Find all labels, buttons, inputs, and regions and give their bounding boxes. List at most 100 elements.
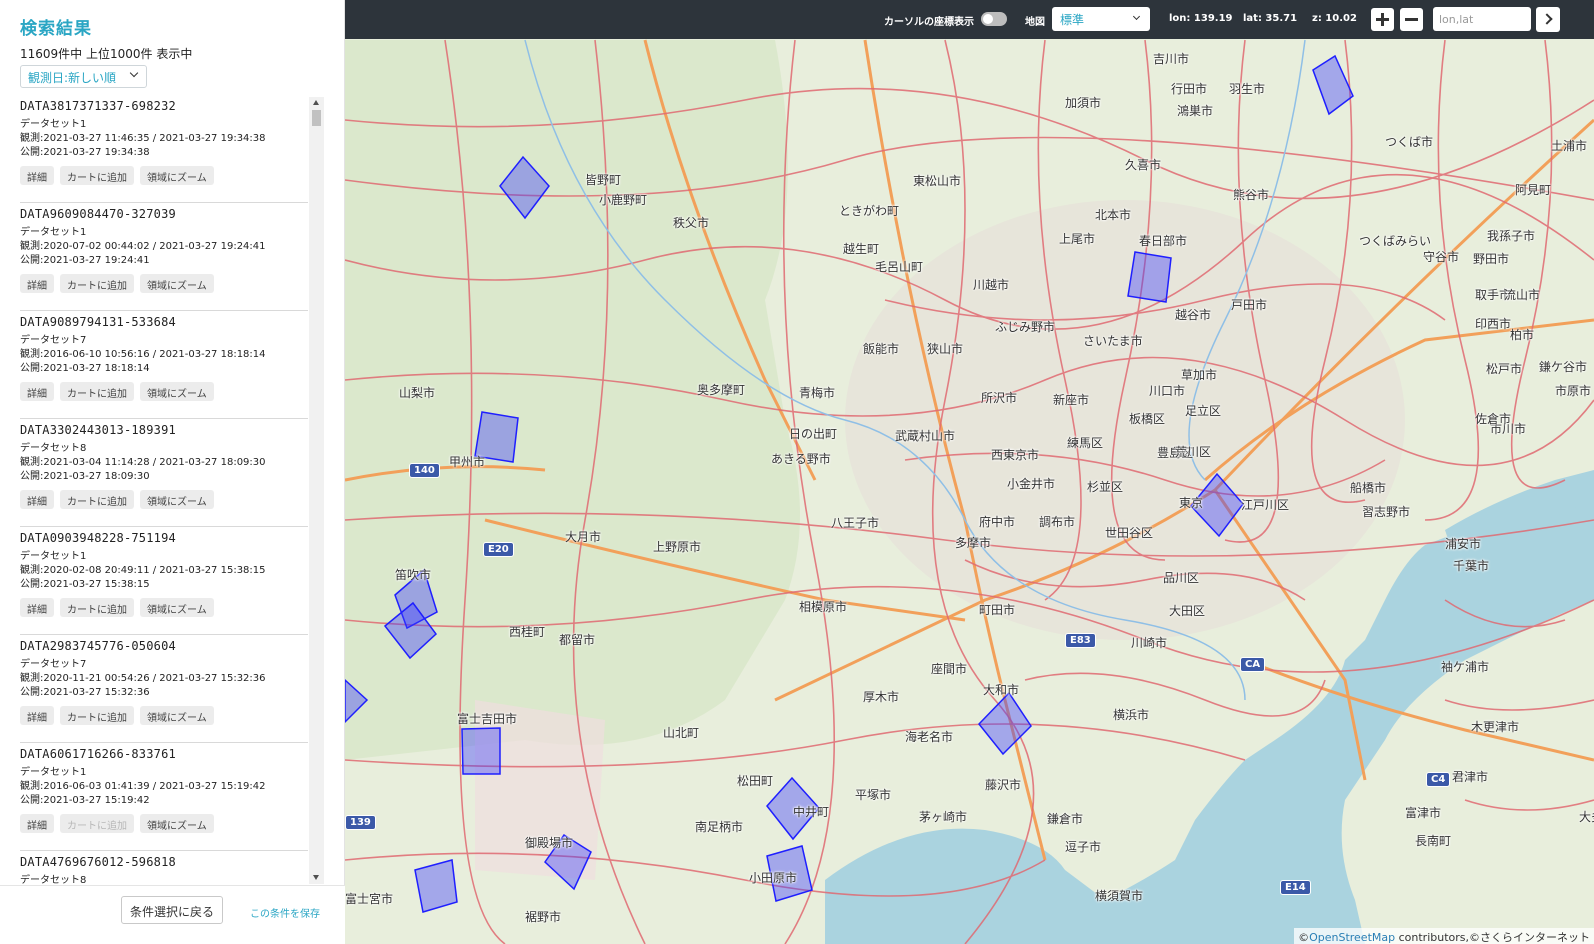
map-place-label: 多摩市 (955, 536, 992, 550)
list-item: DATA9609084470-327039 データセット1 観測:2020-07… (20, 203, 308, 311)
save-conditions-link[interactable]: この条件を保存 (250, 905, 320, 920)
map-place-label: さいたま市 (1083, 334, 1143, 348)
add-cart-button[interactable]: カートに追加 (60, 166, 134, 185)
detail-button[interactable]: 詳細 (20, 598, 54, 617)
item-published: 公開:2021-03-27 19:34:38 (20, 147, 150, 158)
chevron-right-icon (1541, 13, 1553, 25)
zoom-to-area-button[interactable]: 領域にズーム (140, 706, 214, 725)
data-footprint[interactable] (345, 678, 369, 724)
road-number-shield: 139 (345, 815, 376, 830)
sidebar: 検索結果 11609件中 上位1000件 表示中 観測日:新しい順 DATA38… (0, 0, 345, 944)
map-place-label: 野田市 (1473, 252, 1510, 266)
map-place-label: 富津市 (1405, 806, 1442, 820)
data-footprint[interactable] (978, 691, 1032, 756)
map-place-label: 松田町 (737, 774, 774, 788)
item-dataset: データセット1 (20, 227, 87, 238)
go-to-coord-button[interactable] (1536, 7, 1560, 32)
map-type-select[interactable]: 標準 (1052, 7, 1150, 31)
map-place-label: 加須市 (1065, 96, 1102, 110)
map-place-label: 上野原市 (653, 540, 702, 554)
data-footprint[interactable] (499, 155, 550, 220)
item-observed: 観測:2020-11-21 00:54:26 / 2021-03-27 15:3… (20, 673, 266, 684)
map-place-label: 流山市 (1504, 288, 1541, 302)
add-cart-button[interactable]: カートに追加 (60, 490, 134, 509)
detail-button[interactable]: 詳細 (20, 490, 54, 509)
map-place-label: ときがわ町 (839, 204, 900, 218)
map-place-label: 小田原市 (749, 871, 798, 885)
scroll-up-icon[interactable] (313, 100, 319, 105)
add-cart-button[interactable]: カートに追加 (60, 382, 134, 401)
zoom-out-button[interactable] (1400, 8, 1423, 31)
map-place-label: ふじみ野市 (995, 320, 1056, 334)
result-list[interactable]: DATA3817371337-698232 データセット1 観測:2021-03… (0, 95, 325, 885)
map-place-label: 西桂町 (509, 625, 546, 639)
sort-select[interactable]: 観測日:新しい順 (20, 65, 147, 88)
map-place-label: 戸田市 (1231, 298, 1268, 312)
map-place-label: 足立区 (1185, 404, 1222, 418)
zoom-to-area-button[interactable]: 領域にズーム (140, 382, 214, 401)
map-type-value: 標準 (1060, 13, 1085, 27)
item-published: 公開:2021-03-27 19:24:41 (20, 255, 150, 266)
data-footprint[interactable] (1127, 251, 1172, 303)
map-place-label: 小鹿野町 (599, 193, 648, 207)
map-place-label: 秩父市 (673, 216, 710, 230)
map-canvas[interactable]: 吉川市 加須市 行田市 羽生市 久喜市 鴻巣市 東松山市 ときがわ町 熊谷市 北本市 越生町 毛呂山町… (345, 0, 1594, 944)
zoom-to-area-button[interactable]: 領域にズーム (140, 490, 214, 509)
map-place-label: 横須賀市 (1095, 889, 1144, 903)
map-place-label: 山梨市 (399, 386, 436, 400)
map-place-label: 逗子市 (1065, 840, 1102, 854)
map-place-label: 春日部市 (1139, 234, 1188, 248)
map-place-label: 都留市 (559, 633, 596, 647)
scrollbar-thumb[interactable] (312, 110, 321, 126)
map-toolbar: カーソルの座標表示 地図 標準 lon: 139.19 lat: 35.71 z… (345, 0, 1594, 39)
zoom-in-button[interactable] (1371, 8, 1394, 31)
list-item: DATA2983745776-050604 データセット7 観測:2020-11… (20, 635, 308, 743)
map-place-label: 富士吉田市 (457, 712, 518, 726)
scroll-down-icon[interactable] (313, 875, 319, 880)
zoom-to-area-button[interactable]: 領域にズーム (140, 274, 214, 293)
item-published: 公開:2021-03-27 15:19:42 (20, 795, 150, 806)
detail-button[interactable]: 詳細 (20, 166, 54, 185)
data-footprint[interactable] (461, 727, 501, 775)
map-place-label: 皆野町 (585, 173, 622, 187)
list-item: DATA6061716266-833761 データセット1 観測:2016-06… (20, 743, 308, 851)
result-list-scrollbar[interactable] (309, 97, 324, 884)
item-id: DATA3302443013-189391 (20, 423, 176, 437)
map-place-label: 川崎市 (1131, 636, 1168, 650)
osm-link[interactable]: OpenStreetMap (1309, 931, 1395, 944)
zoom-to-area-button[interactable]: 領域にズーム (140, 814, 214, 833)
detail-button[interactable]: 詳細 (20, 274, 54, 293)
data-footprint[interactable] (1312, 54, 1354, 116)
coord-search-input[interactable] (1433, 7, 1531, 31)
map-place-label: 市原市 (1555, 384, 1592, 398)
map-place-label: 久喜市 (1125, 158, 1162, 172)
item-observed: 観測:2020-02-08 20:49:11 / 2021-03-27 15:3… (20, 565, 266, 576)
add-cart-button[interactable]: カートに追加 (60, 598, 134, 617)
detail-button[interactable]: 詳細 (20, 706, 54, 725)
add-cart-button[interactable]: カートに追加 (60, 274, 134, 293)
item-id: DATA4769676012-596818 (20, 855, 176, 869)
map-place-label: 茅ヶ崎市 (919, 810, 968, 824)
map-place-label: 長南町 (1415, 834, 1452, 848)
map-place-label: 土浦市 (1551, 139, 1588, 153)
road-number-shield: C4 (1426, 772, 1451, 787)
back-to-conditions-button[interactable]: 条件選択に戻る (121, 896, 223, 924)
result-count: 11609件中 上位1000件 表示中 (20, 47, 193, 61)
map-place-label: 我孫子市 (1487, 229, 1536, 243)
zoom-to-area-button[interactable]: 領域にズーム (140, 166, 214, 185)
zoom-to-area-button[interactable]: 領域にズーム (140, 598, 214, 617)
map-place-label: 柏市 (1510, 328, 1535, 342)
data-footprint[interactable] (414, 859, 458, 913)
detail-button[interactable]: 詳細 (20, 814, 54, 833)
detail-button[interactable]: 詳細 (20, 382, 54, 401)
item-id: DATA9609084470-327039 (20, 207, 176, 221)
map-place-label: 板橋区 (1129, 412, 1166, 426)
item-published: 公開:2021-03-27 15:38:15 (20, 579, 150, 590)
cursor-coords-toggle[interactable] (981, 12, 1007, 26)
map-place-label: 青梅市 (799, 386, 836, 400)
item-dataset: データセット7 (20, 335, 87, 346)
road-number-shield: E14 (1280, 880, 1311, 895)
add-cart-button[interactable]: カートに追加 (60, 706, 134, 725)
map-place-label: 松戸市 (1486, 362, 1523, 376)
map-place-label: 西東京市 (991, 448, 1040, 462)
